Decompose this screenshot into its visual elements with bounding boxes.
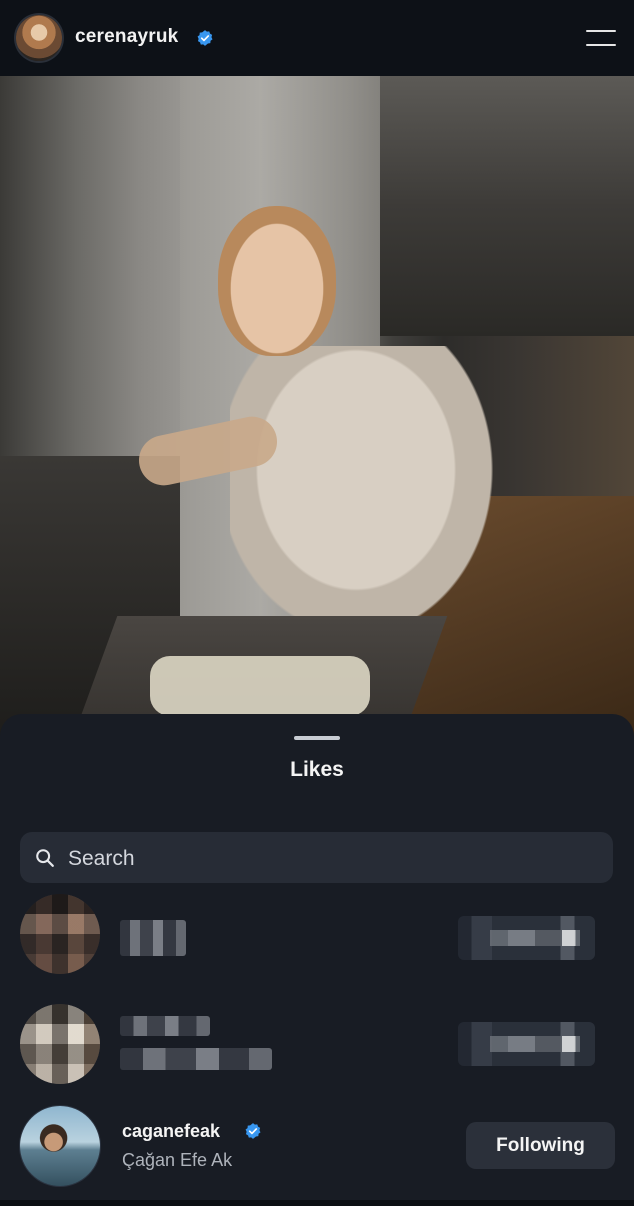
like-row-fullname: Çağan Efe Ak — [122, 1150, 233, 1170]
search-icon — [36, 849, 54, 867]
like-row[interactable] — [0, 894, 634, 994]
avatar[interactable] — [20, 1004, 100, 1084]
search-input[interactable] — [66, 832, 590, 885]
avatar[interactable] — [20, 894, 100, 974]
post-photo[interactable] — [0, 76, 634, 736]
hamburger-menu-icon[interactable] — [586, 28, 616, 48]
obscured-username — [120, 1016, 210, 1036]
profile-username[interactable]: cerenayruk — [75, 26, 178, 48]
sheet-drag-handle[interactable] — [294, 736, 340, 740]
profile-avatar[interactable] — [16, 15, 62, 61]
avatar[interactable] — [20, 1106, 100, 1186]
obscured-fullname — [120, 1048, 272, 1070]
search-bar[interactable] — [20, 832, 613, 885]
like-row[interactable] — [0, 1004, 634, 1104]
obscured-follow-button[interactable] — [458, 916, 595, 960]
sheet-title: Likes — [290, 758, 344, 781]
obscured-username — [120, 920, 186, 956]
profile-header: cerenayruk — [0, 0, 634, 76]
like-row[interactable]: caganefeak Çağan Efe Ak Following — [0, 1106, 634, 1206]
likes-sheet: Likes caganefeak Çağan Efe Ak Following — [0, 714, 634, 1200]
verified-badge-icon — [197, 30, 213, 46]
obscured-follow-button[interactable] — [458, 1022, 595, 1066]
like-row-username[interactable]: caganefeak — [122, 1121, 220, 1142]
verified-badge-icon — [245, 1123, 261, 1139]
following-button[interactable]: Following — [466, 1122, 615, 1169]
